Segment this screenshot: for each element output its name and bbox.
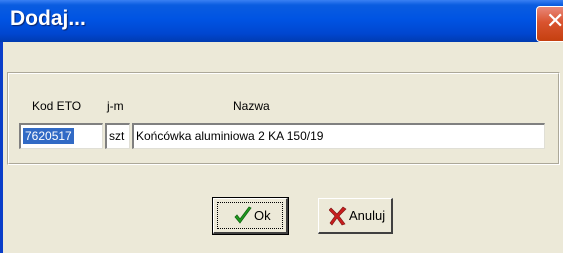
cancel-button[interactable]: Anuluj xyxy=(318,198,393,234)
kod-eto-label: Kod ETO xyxy=(32,99,82,113)
nazwa-label: Nazwa xyxy=(233,99,270,113)
jm-value: szt xyxy=(109,129,125,143)
window-border xyxy=(0,42,3,253)
ok-label: Ok xyxy=(254,208,271,223)
jm-label: j-m xyxy=(107,99,124,113)
x-icon xyxy=(328,206,347,229)
ok-button[interactable]: Ok xyxy=(212,197,289,235)
dialog-window: Dodaj... ✕ Kod ETO j-m Nazwa 7620517 szt… xyxy=(0,0,563,253)
checkmark-icon xyxy=(234,206,252,229)
kod-eto-field[interactable]: 7620517 xyxy=(19,123,103,149)
jm-field[interactable]: szt xyxy=(105,123,130,149)
close-icon: ✕ xyxy=(546,9,563,34)
window-title: Dodaj... xyxy=(10,7,86,30)
nazwa-field[interactable]: Końcówka aluminiowa 2 KA 150/19 xyxy=(132,123,545,149)
nazwa-value: Końcówka aluminiowa 2 KA 150/19 xyxy=(136,129,324,143)
form-group-box: Kod ETO j-m Nazwa 7620517 szt Końcówka a… xyxy=(7,72,560,165)
cancel-label: Anuluj xyxy=(349,208,386,223)
close-button[interactable]: ✕ xyxy=(536,6,563,42)
title-bar[interactable]: Dodaj... ✕ xyxy=(0,0,563,42)
kod-eto-value: 7620517 xyxy=(23,128,74,144)
